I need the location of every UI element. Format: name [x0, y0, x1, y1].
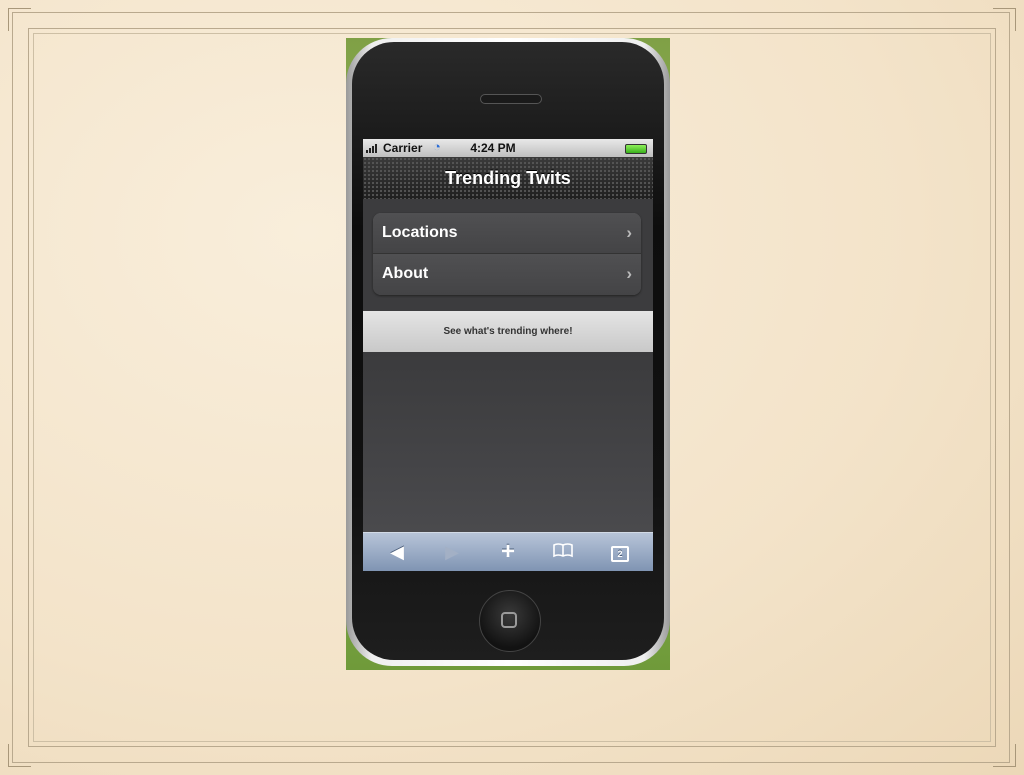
plus-icon[interactable]: +	[493, 540, 523, 564]
menu-item-label: Locations	[382, 224, 458, 241]
corner-ornament-bottom-right	[993, 744, 1016, 767]
menu-item-about[interactable]: About ›	[373, 254, 641, 295]
navigation-bar: Trending Twits	[363, 157, 653, 199]
chevron-right-icon: ›	[626, 223, 632, 242]
page-title: Trending Twits	[445, 168, 571, 188]
menu-list: Locations › About ›	[373, 213, 641, 295]
forward-arrow-icon[interactable]: ▶	[437, 541, 467, 563]
home-square-icon	[501, 612, 517, 628]
bookmarks-icon[interactable]	[548, 541, 578, 563]
chevron-right-icon: ›	[626, 264, 632, 283]
open-book-icon	[553, 543, 573, 558]
empty-content-area	[363, 352, 653, 532]
status-time: 4:24 PM	[470, 141, 516, 155]
back-arrow-icon[interactable]: ◀	[382, 541, 412, 563]
status-bar: Carrier ◔ 4:24 PM	[363, 139, 653, 157]
phone-screen: Carrier ◔ 4:24 PM Trending Twits Locatio…	[363, 139, 653, 571]
tagline-banner: See what's trending where!	[363, 311, 653, 352]
battery-icon	[625, 144, 647, 154]
corner-ornament-top-right	[993, 8, 1016, 31]
speaker-grille	[480, 94, 542, 104]
corner-ornament-top-left	[8, 8, 31, 31]
pages-button[interactable]: 2	[605, 541, 635, 563]
menu-item-label: About	[382, 265, 429, 282]
pages-icon: 2	[611, 546, 629, 562]
corner-ornament-bottom-left	[8, 744, 31, 767]
browser-toolbar: ◀ ▶ + 2	[363, 532, 653, 571]
home-button[interactable]	[479, 590, 541, 652]
menu-item-locations[interactable]: Locations ›	[373, 213, 641, 254]
